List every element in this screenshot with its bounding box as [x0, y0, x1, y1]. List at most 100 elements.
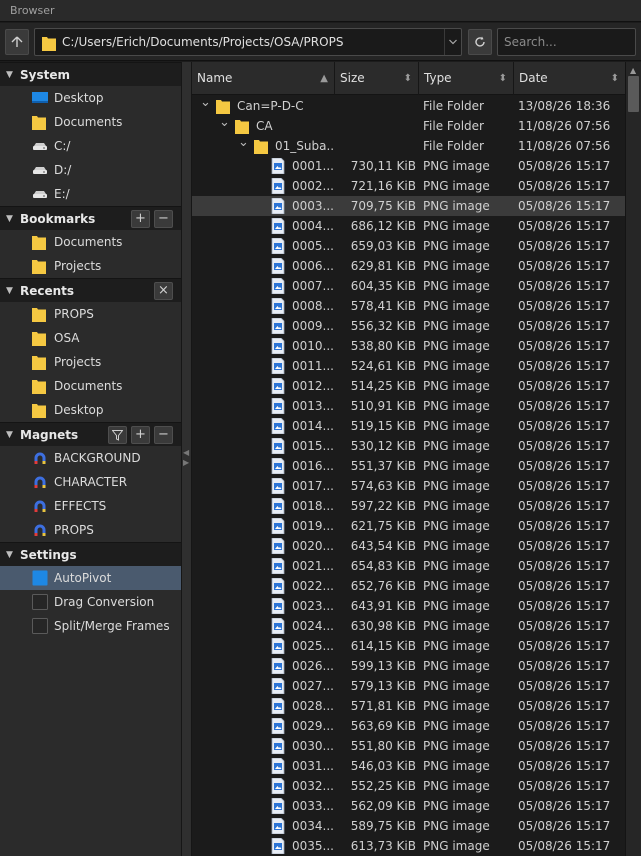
- search-input[interactable]: [497, 28, 636, 56]
- file-row[interactable]: 0034... 589,75 KiB PNG image 05/08/26 15:17: [192, 816, 625, 836]
- chevron-down-icon[interactable]: ▼: [6, 63, 13, 87]
- sidebar-item-documents[interactable]: Documents: [0, 374, 181, 398]
- file-row[interactable]: 0006... 629,81 KiB PNG image 05/08/26 15:17: [192, 256, 625, 276]
- file-row[interactable]: 0035... 613,73 KiB PNG image 05/08/26 15:17: [192, 836, 625, 856]
- file-row[interactable]: 0002... 721,16 KiB PNG image 05/08/26 15:17: [192, 176, 625, 196]
- file-row[interactable]: 0013... 510,91 KiB PNG image 05/08/26 15:17: [192, 396, 625, 416]
- filter-button[interactable]: [108, 426, 127, 444]
- file-row[interactable]: 0024... 630,98 KiB PNG image 05/08/26 15:17: [192, 616, 625, 636]
- file-row[interactable]: 0032... 552,25 KiB PNG image 05/08/26 15:17: [192, 776, 625, 796]
- folder-row[interactable]: ⌄ Can=P-D-C File Folder 13/08/26 18:36: [192, 93, 625, 116]
- column-type[interactable]: Type ⬍: [419, 62, 514, 95]
- file-row[interactable]: 0026... 599,13 KiB PNG image 05/08/26 15:17: [192, 656, 625, 676]
- file-row[interactable]: 0029... 563,69 KiB PNG image 05/08/26 15:17: [192, 716, 625, 736]
- file-row[interactable]: 0008... 578,41 KiB PNG image 05/08/26 15:17: [192, 296, 625, 316]
- sidebar-item-background[interactable]: BACKGROUND: [0, 446, 181, 470]
- file-row[interactable]: 0014... 519,15 KiB PNG image 05/08/26 15:17: [192, 416, 625, 436]
- file-row[interactable]: 0031... 546,03 KiB PNG image 05/08/26 15:17: [192, 756, 625, 776]
- file-row[interactable]: 0019... 621,75 KiB PNG image 05/08/26 15:17: [192, 516, 625, 536]
- sidebar-item-projects[interactable]: Projects: [0, 254, 181, 278]
- file-row[interactable]: 0001... 730,11 KiB PNG image 05/08/26 15:17: [192, 156, 625, 176]
- sidebar-section-recents[interactable]: ▼ Recents ×: [0, 278, 181, 302]
- file-row[interactable]: 0028... 571,81 KiB PNG image 05/08/26 15:17: [192, 696, 625, 716]
- add-button[interactable]: +: [131, 210, 150, 228]
- folder-row[interactable]: ⌄ 01_Suba... File Folder 11/08/26 07:56: [192, 133, 625, 156]
- sidebar-item-split-merge-frames[interactable]: Split/Merge Frames: [0, 614, 181, 638]
- column-name[interactable]: Name ▲: [192, 62, 335, 95]
- sidebar-item-autopivot[interactable]: AutoPivot: [0, 566, 181, 590]
- sidebar-item-desktop[interactable]: Desktop: [0, 398, 181, 422]
- refresh-button[interactable]: [468, 29, 492, 55]
- sidebar-item-drag-conversion[interactable]: Drag Conversion: [0, 590, 181, 614]
- sidebar-item-projects[interactable]: Projects: [0, 350, 181, 374]
- chevron-down-icon[interactable]: ▼: [6, 543, 13, 567]
- vertical-scrollbar[interactable]: ▲: [625, 62, 641, 856]
- file-row[interactable]: 0023... 643,91 KiB PNG image 05/08/26 15:17: [192, 596, 625, 616]
- file-row[interactable]: 0007... 604,35 KiB PNG image 05/08/26 15:17: [192, 276, 625, 296]
- chevron-down-icon[interactable]: ▼: [6, 279, 13, 303]
- sort-icon: ⬍: [610, 73, 619, 84]
- file-row[interactable]: 0022... 652,76 KiB PNG image 05/08/26 15:17: [192, 576, 625, 596]
- file-row[interactable]: 0025... 614,15 KiB PNG image 05/08/26 15:17: [192, 636, 625, 656]
- sidebar-item-c-[interactable]: C:/: [0, 134, 181, 158]
- folder-row[interactable]: ⌄ CA File Folder 11/08/26 07:56: [192, 113, 625, 136]
- sidebar-item-props[interactable]: PROPS: [0, 518, 181, 542]
- chevron-down-icon[interactable]: ▼: [6, 423, 13, 447]
- collapse-arrow-icon[interactable]: ◀ ▶: [183, 448, 189, 468]
- sidebar-section-settings[interactable]: ▼ Settings: [0, 542, 181, 566]
- file-row[interactable]: 0003... 709,75 KiB PNG image 05/08/26 15:17: [192, 196, 625, 216]
- remove-button[interactable]: −: [154, 210, 173, 228]
- scrollbar-thumb[interactable]: [628, 76, 639, 112]
- remove-button[interactable]: −: [154, 426, 173, 444]
- path-bar[interactable]: C:/Users/Erich/Documents/Projects/OSA/PR…: [34, 28, 462, 56]
- file-row[interactable]: 0009... 556,32 KiB PNG image 05/08/26 15:17: [192, 316, 625, 336]
- sidebar-section-magnets[interactable]: ▼ Magnets + −: [0, 422, 181, 446]
- sidebar-section-bookmarks[interactable]: ▼ Bookmarks + −: [0, 206, 181, 230]
- section-title: Recents: [20, 284, 75, 298]
- sidebar-section-system[interactable]: ▼ System: [0, 62, 181, 86]
- file-date: 05/08/26 15:17: [518, 559, 611, 573]
- file-row[interactable]: 0005... 659,03 KiB PNG image 05/08/26 15:17: [192, 236, 625, 256]
- sidebar-item-documents[interactable]: Documents: [0, 110, 181, 134]
- chevron-down-icon[interactable]: ⌄: [200, 93, 211, 113]
- file-row[interactable]: 0004... 686,12 KiB PNG image 05/08/26 15:17: [192, 216, 625, 236]
- file-row[interactable]: 0033... 562,09 KiB PNG image 05/08/26 15:17: [192, 796, 625, 816]
- chevron-down-icon[interactable]: ⌄: [219, 113, 230, 133]
- sidebar-item-e-[interactable]: E:/: [0, 182, 181, 206]
- file-row[interactable]: 0021... 654,83 KiB PNG image 05/08/26 15:17: [192, 556, 625, 576]
- png-file-icon: [271, 337, 285, 355]
- file-type: PNG image: [423, 439, 490, 453]
- file-row[interactable]: 0017... 574,63 KiB PNG image 05/08/26 15:17: [192, 476, 625, 496]
- file-row[interactable]: 0027... 579,13 KiB PNG image 05/08/26 15:17: [192, 676, 625, 696]
- sidebar-item-osa[interactable]: OSA: [0, 326, 181, 350]
- clear-button[interactable]: ×: [154, 282, 173, 300]
- column-date[interactable]: Date ⬍: [514, 62, 625, 95]
- column-size[interactable]: Size ⬍: [335, 62, 419, 95]
- sidebar-item-documents[interactable]: Documents: [0, 230, 181, 254]
- sidebar-item-d-[interactable]: D:/: [0, 158, 181, 182]
- up-button[interactable]: [5, 29, 29, 55]
- chevron-down-icon[interactable]: ▼: [6, 207, 13, 231]
- sidebar-item-props[interactable]: PROPS: [0, 302, 181, 326]
- sidebar-item-effects[interactable]: EFFECTS: [0, 494, 181, 518]
- file-row[interactable]: 0011... 524,61 KiB PNG image 05/08/26 15:17: [192, 356, 625, 376]
- file-type: PNG image: [423, 219, 490, 233]
- chevron-down-icon[interactable]: ⌄: [238, 133, 249, 153]
- file-row[interactable]: 0018... 597,22 KiB PNG image 05/08/26 15:17: [192, 496, 625, 516]
- file-date: 05/08/26 15:17: [518, 279, 611, 293]
- sidebar-item-character[interactable]: CHARACTER: [0, 470, 181, 494]
- file-row[interactable]: 0015... 530,12 KiB PNG image 05/08/26 15:17: [192, 436, 625, 456]
- scroll-up-icon[interactable]: ▲: [630, 66, 636, 75]
- file-row[interactable]: 0012... 514,25 KiB PNG image 05/08/26 15:17: [192, 376, 625, 396]
- file-row[interactable]: 0016... 551,37 KiB PNG image 05/08/26 15:17: [192, 456, 625, 476]
- file-row[interactable]: 0030... 551,80 KiB PNG image 05/08/26 15:17: [192, 736, 625, 756]
- file-date: 05/08/26 15:17: [518, 479, 611, 493]
- section-buttons: + −: [131, 210, 173, 228]
- file-row[interactable]: 0010... 538,80 KiB PNG image 05/08/26 15:17: [192, 336, 625, 356]
- path-dropdown-button[interactable]: [444, 29, 461, 55]
- file-row[interactable]: 0020... 643,54 KiB PNG image 05/08/26 15:17: [192, 536, 625, 556]
- sidebar-item-label: AutoPivot: [54, 571, 112, 585]
- sidebar-item-desktop[interactable]: Desktop: [0, 86, 181, 110]
- add-button[interactable]: +: [131, 426, 150, 444]
- panel-splitter[interactable]: ◀ ▶: [181, 62, 192, 856]
